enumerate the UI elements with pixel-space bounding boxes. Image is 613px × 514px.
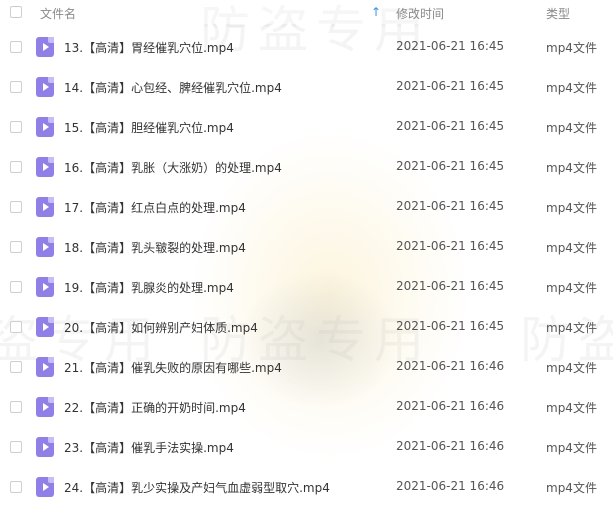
file-row[interactable]: 14.【高清】心包经、脾经催乳穴位.mp4 2021-06-21 16:45 mp4… <box>0 67 613 107</box>
file-modified-time: 2021-06-21 16:45 <box>396 199 505 213</box>
file-modified-time: 2021-06-21 16:46 <box>396 479 505 493</box>
video-file-icon <box>36 37 54 57</box>
file-checkbox[interactable] <box>10 361 22 373</box>
file-row[interactable]: 18.【高清】乳头皲裂的处理.mp4 2021-06-21 16:45 mp4文件 <box>0 227 613 267</box>
file-type: mp4文件 <box>546 481 597 495</box>
file-modified-time: 2021-06-21 16:45 <box>396 239 505 253</box>
file-name[interactable]: 22.【高清】正确的开奶时间.mp4 <box>64 399 246 416</box>
file-name[interactable]: 15.【高清】胆经催乳穴位.mp4 <box>64 119 234 136</box>
file-modified-time: 2021-06-21 16:45 <box>396 119 505 133</box>
file-name[interactable]: 18.【高清】乳头皲裂的处理.mp4 <box>64 239 246 256</box>
file-name[interactable]: 21.【高清】催乳失败的原因有哪些.mp4 <box>64 359 282 376</box>
file-checkbox[interactable] <box>10 161 22 173</box>
file-checkbox[interactable] <box>10 321 22 333</box>
video-file-icon <box>36 437 54 457</box>
file-row[interactable]: 21.【高清】催乳失败的原因有哪些.mp4 2021-06-21 16:46 mp4… <box>0 347 613 387</box>
file-name[interactable]: 19.【高清】乳腺炎的处理.mp4 <box>64 279 234 296</box>
file-type: mp4文件 <box>546 361 597 375</box>
file-modified-time: 2021-06-21 16:46 <box>396 399 505 413</box>
file-row[interactable]: 20.【高清】如何辨别产妇体质.mp4 2021-06-21 16:45 mp4文件 <box>0 307 613 347</box>
file-type: mp4文件 <box>546 321 597 335</box>
file-row[interactable]: 13.【高清】胃经催乳穴位.mp4 2021-06-21 16:45 mp4文件 <box>0 27 613 67</box>
file-name[interactable]: 23.【高清】催乳手法实操.mp4 <box>64 439 234 456</box>
file-type: mp4文件 <box>546 161 597 175</box>
file-type: mp4文件 <box>546 121 597 135</box>
file-row[interactable]: 15.【高清】胆经催乳穴位.mp4 2021-06-21 16:45 mp4文件 <box>0 107 613 147</box>
column-header-modified[interactable]: 修改时间 <box>396 5 444 22</box>
sort-ascending-icon[interactable]: ↑ <box>371 5 381 19</box>
select-all-checkbox[interactable] <box>10 6 22 18</box>
file-modified-time: 2021-06-21 16:45 <box>396 279 505 293</box>
file-checkbox[interactable] <box>10 241 22 253</box>
file-name[interactable]: 13.【高清】胃经催乳穴位.mp4 <box>64 39 234 56</box>
file-row[interactable]: 23.【高清】催乳手法实操.mp4 2021-06-21 16:46 mp4文件 <box>0 427 613 467</box>
column-header-type[interactable]: 类型 <box>546 5 570 22</box>
file-name[interactable]: 24.【高清】乳少实操及产妇气血虚弱型取穴.mp4 <box>64 479 330 496</box>
file-list-header: 文件名 ↑ 修改时间 类型 <box>0 0 613 24</box>
file-checkbox[interactable] <box>10 441 22 453</box>
file-checkbox[interactable] <box>10 121 22 133</box>
file-type: mp4文件 <box>546 241 597 255</box>
file-row[interactable]: 16.【高清】乳胀（大涨奶）的处理.mp4 2021-06-21 16:45 mp4… <box>0 147 613 187</box>
file-row[interactable]: 24.【高清】乳少实操及产妇气血虚弱型取穴.mp4 2021-06-21 16:4… <box>0 467 613 507</box>
file-modified-time: 2021-06-21 16:46 <box>396 439 505 453</box>
file-name[interactable]: 16.【高清】乳胀（大涨奶）的处理.mp4 <box>64 159 282 176</box>
file-row[interactable]: 22.【高清】正确的开奶时间.mp4 2021-06-21 16:46 mp4文件 <box>0 387 613 427</box>
file-checkbox[interactable] <box>10 201 22 213</box>
file-modified-time: 2021-06-21 16:45 <box>396 79 505 93</box>
file-modified-time: 2021-06-21 16:46 <box>396 359 505 373</box>
file-type: mp4文件 <box>546 281 597 295</box>
file-type: mp4文件 <box>546 441 597 455</box>
file-type: mp4文件 <box>546 81 597 95</box>
file-checkbox[interactable] <box>10 281 22 293</box>
video-file-icon <box>36 477 54 497</box>
video-file-icon <box>36 317 54 337</box>
file-type: mp4文件 <box>546 201 597 215</box>
column-header-name[interactable]: 文件名 <box>40 5 76 22</box>
video-file-icon <box>36 117 54 137</box>
file-row[interactable]: 19.【高清】乳腺炎的处理.mp4 2021-06-21 16:45 mp4文件 <box>0 267 613 307</box>
file-checkbox[interactable] <box>10 481 22 493</box>
video-file-icon <box>36 77 54 97</box>
file-type: mp4文件 <box>546 401 597 415</box>
file-modified-time: 2021-06-21 16:45 <box>396 319 505 333</box>
video-file-icon <box>36 397 54 417</box>
video-file-icon <box>36 237 54 257</box>
video-file-icon <box>36 357 54 377</box>
file-checkbox[interactable] <box>10 81 22 93</box>
file-name[interactable]: 17.【高清】红点白点的处理.mp4 <box>64 199 246 216</box>
file-checkbox[interactable] <box>10 41 22 53</box>
file-row[interactable]: 17.【高清】红点白点的处理.mp4 2021-06-21 16:45 mp4文件 <box>0 187 613 227</box>
file-modified-time: 2021-06-21 16:45 <box>396 39 505 53</box>
file-modified-time: 2021-06-21 16:45 <box>396 159 505 173</box>
video-file-icon <box>36 197 54 217</box>
file-type: mp4文件 <box>546 41 597 55</box>
file-checkbox[interactable] <box>10 401 22 413</box>
file-name[interactable]: 14.【高清】心包经、脾经催乳穴位.mp4 <box>64 79 282 96</box>
video-file-icon <box>36 277 54 297</box>
file-name[interactable]: 20.【高清】如何辨别产妇体质.mp4 <box>64 319 258 336</box>
video-file-icon <box>36 157 54 177</box>
